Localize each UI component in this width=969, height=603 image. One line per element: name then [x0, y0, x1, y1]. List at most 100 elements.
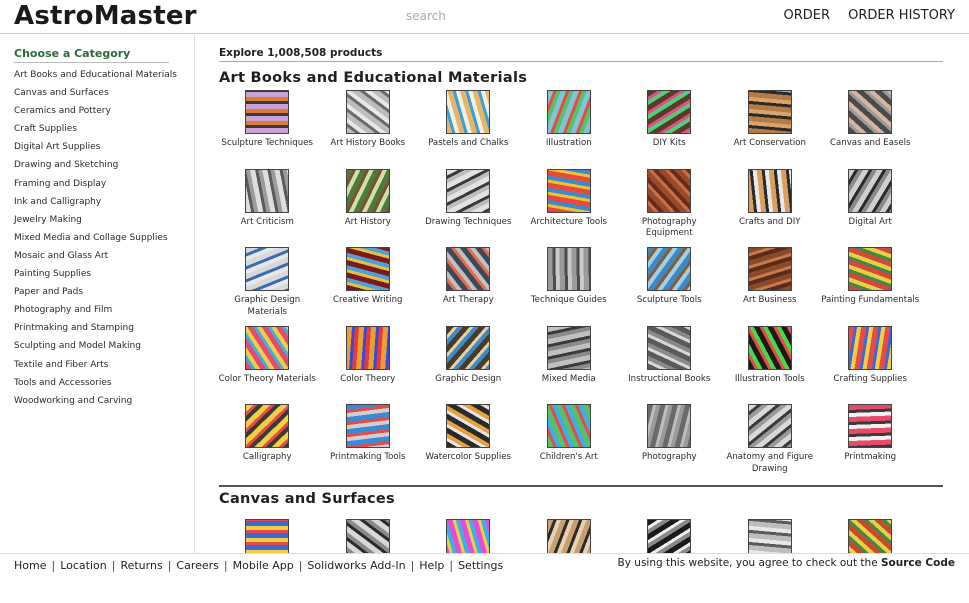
sidebar-category-item[interactable]: Craft Supplies [14, 120, 194, 138]
product-label[interactable]: Color Theory Materials [219, 374, 316, 386]
footer-link[interactable]: Settings [458, 559, 503, 572]
product-label[interactable]: Illustration [520, 138, 618, 150]
sidebar-category-item[interactable]: Framing and Display [14, 175, 194, 193]
product-card[interactable]: Canvas and Easels [820, 90, 921, 169]
product-label[interactable]: Illustration Tools [721, 374, 819, 386]
product-label[interactable]: Architecture Tools [520, 217, 618, 229]
product-thumbnail[interactable] [245, 325, 290, 370]
product-card[interactable]: Art History [318, 168, 419, 248]
product-label[interactable]: Children's Art [520, 452, 618, 464]
order-history-link[interactable]: ORDER HISTORY [848, 8, 955, 23]
footer-link[interactable]: Careers [176, 559, 219, 572]
product-thumbnail[interactable] [345, 168, 390, 213]
product-label[interactable]: Pastels and Chalks [419, 138, 517, 150]
product-thumbnail[interactable] [747, 90, 792, 134]
product-thumbnail[interactable] [245, 518, 290, 553]
product-thumbnail[interactable] [747, 518, 792, 553]
product-label[interactable]: Art History [319, 217, 417, 229]
product-card[interactable]: Creative Writing [318, 247, 419, 326]
product-thumbnail[interactable] [546, 404, 591, 448]
product-label[interactable]: Printmaking [821, 452, 919, 464]
product-thumbnail[interactable] [345, 404, 390, 448]
product-card[interactable]: Photography [619, 404, 720, 483]
product-label[interactable]: Art Criticism [219, 217, 316, 229]
product-thumbnail[interactable] [848, 168, 893, 213]
sidebar-category-item[interactable]: Ink and Calligraphy [14, 193, 194, 211]
product-label[interactable]: Drawing Techniques [419, 217, 517, 229]
sidebar-category-item[interactable]: Digital Art Supplies [14, 138, 194, 156]
product-thumbnail[interactable] [848, 518, 893, 553]
product-card[interactable]: Anatomy and Figure Drawing [720, 404, 821, 483]
product-card[interactable]: Printmaking Tools [318, 404, 419, 483]
logo[interactable]: AstroMaster [14, 1, 197, 31]
product-label[interactable]: Mixed Media [520, 374, 618, 386]
product-card[interactable]: Watercolor Supplies [418, 404, 519, 483]
product-thumbnail[interactable] [245, 404, 290, 448]
search-input[interactable] [392, 6, 512, 26]
product-card[interactable]: Color Theory [318, 325, 419, 405]
sidebar-category-item[interactable]: Jewelry Making [14, 211, 194, 229]
sidebar-category-item[interactable]: Printmaking and Stamping [14, 319, 194, 337]
product-card[interactable] [418, 518, 519, 553]
product-label[interactable]: Graphic Design Materials [219, 295, 316, 318]
product-card[interactable] [619, 518, 720, 553]
product-thumbnail[interactable] [848, 325, 893, 370]
sidebar-category-item[interactable]: Painting Supplies [14, 265, 194, 283]
sidebar-category-item[interactable]: Woodworking and Carving [14, 392, 194, 410]
product-thumbnail[interactable] [647, 247, 692, 291]
product-card[interactable] [820, 518, 921, 553]
product-label[interactable]: Photography Equipment [620, 217, 718, 240]
product-thumbnail[interactable] [345, 518, 390, 553]
product-label[interactable]: Graphic Design [419, 374, 517, 386]
product-card[interactable]: Crafts and DIY [720, 168, 821, 248]
sidebar-category-item[interactable]: Mixed Media and Collage Supplies [14, 229, 194, 247]
product-thumbnail[interactable] [647, 518, 692, 553]
product-thumbnail[interactable] [446, 247, 491, 291]
product-card[interactable]: Photography Equipment [619, 168, 720, 248]
product-thumbnail[interactable] [747, 247, 792, 291]
sidebar-category-item[interactable]: Canvas and Surfaces [14, 84, 194, 102]
product-card[interactable]: Painting Fundamentals [820, 247, 921, 326]
product-thumbnail[interactable] [747, 325, 792, 370]
product-label[interactable]: Art History Books [319, 138, 417, 150]
sidebar-category-item[interactable]: Ceramics and Pottery [14, 102, 194, 120]
sidebar-category-item[interactable]: Tools and Accessories [14, 374, 194, 392]
product-card[interactable]: Color Theory Materials [219, 325, 318, 405]
product-label[interactable]: Crafting Supplies [821, 374, 919, 386]
product-label[interactable]: Calligraphy [219, 452, 316, 464]
product-thumbnail[interactable] [245, 90, 290, 134]
product-thumbnail[interactable] [546, 518, 591, 553]
product-card[interactable]: Digital Art [820, 168, 921, 248]
product-label[interactable]: Painting Fundamentals [821, 295, 919, 307]
product-label[interactable]: Sculpture Tools [620, 295, 718, 307]
product-card[interactable] [318, 518, 419, 553]
product-thumbnail[interactable] [747, 168, 792, 213]
product-thumbnail[interactable] [848, 404, 893, 448]
product-card[interactable]: Art Therapy [418, 247, 519, 326]
footer-link[interactable]: Returns [120, 559, 162, 572]
footer-link[interactable]: Location [60, 559, 107, 572]
product-thumbnail[interactable] [647, 168, 692, 213]
product-card[interactable]: Graphic Design [418, 325, 519, 405]
product-card[interactable]: Children's Art [519, 404, 620, 483]
footer-link[interactable]: Mobile App [233, 559, 294, 572]
product-card[interactable]: Drawing Techniques [418, 168, 519, 248]
product-thumbnail[interactable] [245, 168, 290, 213]
footer-link[interactable]: Home [14, 559, 46, 572]
product-label[interactable]: Printmaking Tools [319, 452, 417, 464]
product-card[interactable]: Illustration [519, 90, 620, 169]
product-thumbnail[interactable] [848, 90, 893, 134]
product-card[interactable]: Calligraphy [219, 404, 318, 483]
product-card[interactable]: Sculpture Tools [619, 247, 720, 326]
sidebar-category-item[interactable]: Sculpting and Model Making [14, 337, 194, 355]
sidebar-category-item[interactable]: Mosaic and Glass Art [14, 247, 194, 265]
product-card[interactable] [720, 518, 821, 553]
footer-link[interactable]: Help [419, 559, 444, 572]
product-card[interactable]: DIY Kits [619, 90, 720, 169]
sidebar-category-item[interactable]: Paper and Pads [14, 283, 194, 301]
product-label[interactable]: Art Conservation [721, 138, 819, 150]
product-label[interactable]: Creative Writing [319, 295, 417, 307]
product-thumbnail[interactable] [647, 90, 692, 134]
product-label[interactable]: Color Theory [319, 374, 417, 386]
product-thumbnail[interactable] [446, 168, 491, 213]
